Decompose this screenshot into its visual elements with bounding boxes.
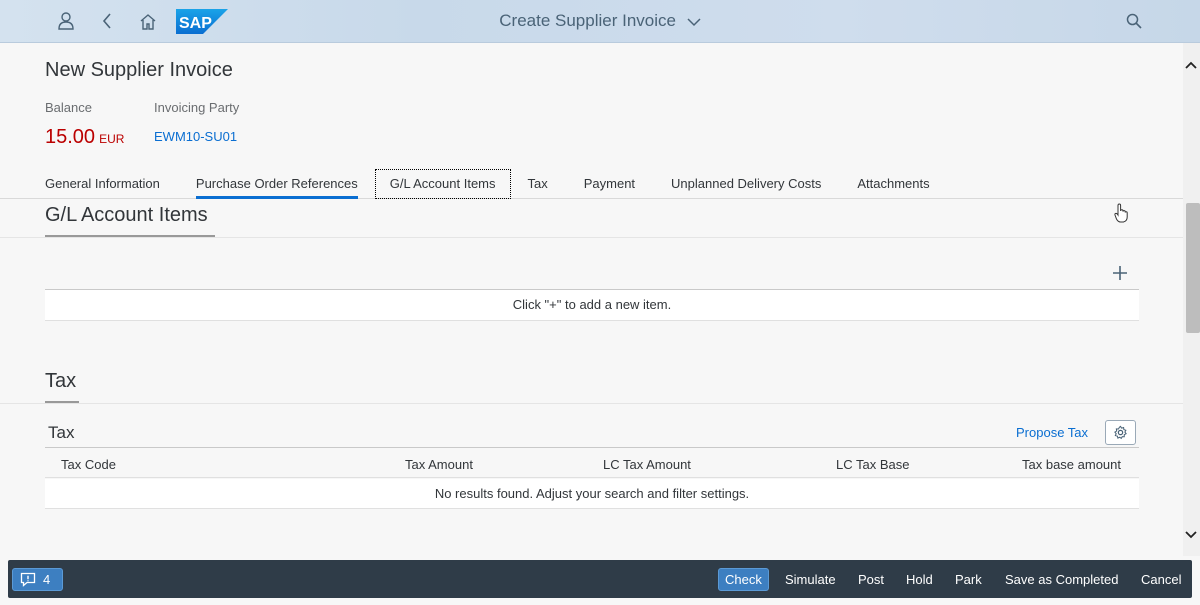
message-count: 4 xyxy=(43,572,51,587)
page-content: G/L Account Items Click "+" to add a new… xyxy=(0,200,1183,556)
app-title: Create Supplier Invoice xyxy=(499,11,676,30)
page-title: New Supplier Invoice xyxy=(45,59,233,81)
scroll-up-icon[interactable] xyxy=(1185,56,1197,74)
tab-general-information[interactable]: General Information xyxy=(45,170,160,199)
column-header[interactable]: Tax Amount xyxy=(405,457,473,472)
column-header[interactable]: Tax Code xyxy=(61,457,116,472)
column-header[interactable]: Tax base amount xyxy=(1022,457,1121,472)
app-title-menu[interactable]: Create Supplier Invoice xyxy=(0,11,1200,32)
balance-value: 15.00 EUR xyxy=(45,126,124,149)
park-button[interactable]: Park xyxy=(948,568,989,591)
section-divider xyxy=(0,403,1183,404)
balance-currency: EUR xyxy=(99,132,125,146)
tab-payment[interactable]: Payment xyxy=(584,170,635,199)
table-settings-button[interactable] xyxy=(1105,420,1136,445)
post-button[interactable]: Post xyxy=(851,568,891,591)
object-header: New Supplier Invoice Balance Invoicing P… xyxy=(0,43,1183,199)
tab-unplanned-delivery-costs[interactable]: Unplanned Delivery Costs xyxy=(671,170,821,199)
hold-button[interactable]: Hold xyxy=(899,568,940,591)
balance-amount: 15.00 xyxy=(45,126,96,148)
invoicing-party-link[interactable]: EWM10-SU01 xyxy=(154,129,237,144)
anchor-bar: General Information Purchase Order Refer… xyxy=(45,169,966,199)
simulate-button[interactable]: Simulate xyxy=(778,568,843,591)
messages-button[interactable]: 4 xyxy=(12,568,63,591)
tax-section-title: Tax xyxy=(45,370,77,392)
shell-bar: SAP Create Supplier Invoice xyxy=(0,0,1200,43)
scrollbar-thumb[interactable] xyxy=(1186,203,1200,333)
gl-empty-text: Click "+" to add a new item. xyxy=(512,297,672,312)
message-popover-icon xyxy=(20,572,36,587)
vertical-scrollbar[interactable] xyxy=(1183,43,1200,556)
column-header[interactable]: LC Tax Amount xyxy=(603,457,691,472)
chevron-down-icon xyxy=(687,12,701,32)
hand-cursor-icon xyxy=(1114,203,1128,223)
add-item-icon[interactable] xyxy=(1112,265,1128,281)
footer-toolbar: 4 Check Simulate Post Hold Park Save as … xyxy=(8,560,1192,598)
tax-empty-text: No results found. Adjust your search and… xyxy=(434,486,750,501)
tab-attachments[interactable]: Attachments xyxy=(857,170,929,199)
propose-tax-button[interactable]: Propose Tax xyxy=(1016,425,1088,440)
balance-label: Balance xyxy=(45,100,92,115)
tab-tax[interactable]: Tax xyxy=(528,170,548,199)
tax-table-title: Tax xyxy=(48,423,75,442)
invoicing-party-label: Invoicing Party xyxy=(154,100,240,115)
scroll-down-icon[interactable] xyxy=(1185,526,1197,544)
tax-table: No results found. Adjust your search and… xyxy=(45,479,1139,509)
cancel-button[interactable]: Cancel xyxy=(1134,568,1188,591)
gl-section-title: G/L Account Items xyxy=(45,204,208,226)
save-as-completed-button[interactable]: Save as Completed xyxy=(998,568,1125,591)
gear-icon xyxy=(1114,425,1127,440)
tab-purchase-order-references[interactable]: Purchase Order References xyxy=(195,170,358,199)
gl-items-table: Click "+" to add a new item. xyxy=(45,289,1139,321)
search-icon[interactable] xyxy=(1122,9,1146,33)
tax-table-header: Tax Code Tax Amount LC Tax Amount LC Tax… xyxy=(45,447,1139,478)
tab-gl-account-items[interactable]: G/L Account Items xyxy=(374,169,511,199)
section-divider xyxy=(0,237,1183,238)
check-button[interactable]: Check xyxy=(718,568,769,591)
column-header[interactable]: LC Tax Base xyxy=(836,457,909,472)
